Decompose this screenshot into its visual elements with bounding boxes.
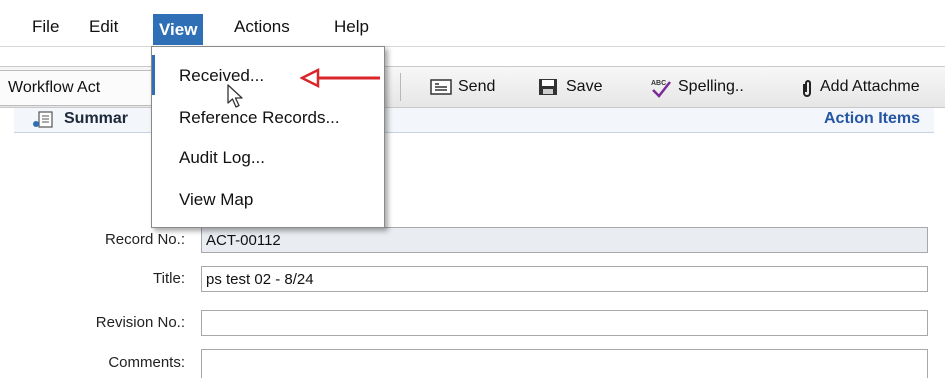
summary-title[interactable]: Summar: [64, 110, 128, 128]
svg-text:ABC: ABC: [651, 80, 666, 87]
menu-edit[interactable]: Edit: [83, 13, 124, 41]
menu-item-view-map[interactable]: View Map: [179, 190, 253, 210]
send-button[interactable]: Send: [430, 67, 520, 107]
add-attachment-button[interactable]: Add Attachme: [798, 67, 945, 107]
menu-highlight-bar: [152, 55, 155, 95]
menu-item-received[interactable]: Received...: [179, 66, 264, 86]
record-no-label: Record No.:: [104, 231, 185, 248]
spelling-icon: ABC: [651, 80, 671, 98]
menu-bar: File Edit View Actions Help: [0, 0, 945, 47]
title-label: Title:: [153, 270, 185, 287]
red-arrow-icon: [300, 67, 380, 89]
action-items-tab[interactable]: Action Items: [824, 110, 920, 128]
paperclip-icon: [803, 80, 811, 97]
menu-file[interactable]: File: [26, 13, 65, 41]
menu-help[interactable]: Help: [328, 13, 375, 41]
menu-view[interactable]: View: [153, 14, 204, 45]
menu-item-reference-records[interactable]: Reference Records...: [179, 108, 340, 128]
menu-item-audit-log[interactable]: Audit Log...: [179, 148, 265, 168]
spelling-button[interactable]: ABC Spelling..: [650, 67, 770, 107]
send-label: Send: [458, 78, 496, 95]
toolbar: Workflow Act Send Save ABC Spelling.. Ad…: [0, 66, 945, 108]
save-label: Save: [566, 78, 603, 95]
save-icon: [539, 79, 557, 95]
spelling-label: Spelling..: [678, 78, 744, 95]
revision-no-label: Revision No.:: [95, 314, 185, 331]
mouse-cursor-icon: [227, 84, 243, 108]
save-button[interactable]: Save: [538, 67, 618, 107]
comments-label: Comments:: [108, 354, 185, 371]
menu-actions[interactable]: Actions: [228, 13, 296, 41]
comments-field[interactable]: [201, 349, 928, 378]
send-icon: [430, 79, 452, 95]
add-attachment-label: Add Attachme: [820, 78, 920, 95]
revision-no-field[interactable]: [201, 310, 928, 336]
app-window: File Edit View Actions Help Workflow Act…: [0, 0, 945, 378]
title-field[interactable]: [201, 266, 928, 292]
workflow-action-button[interactable]: Workflow Act: [0, 70, 159, 106]
summary-icon: [33, 111, 53, 128]
toolbar-separator: [400, 73, 401, 101]
record-no-field[interactable]: [201, 227, 928, 253]
